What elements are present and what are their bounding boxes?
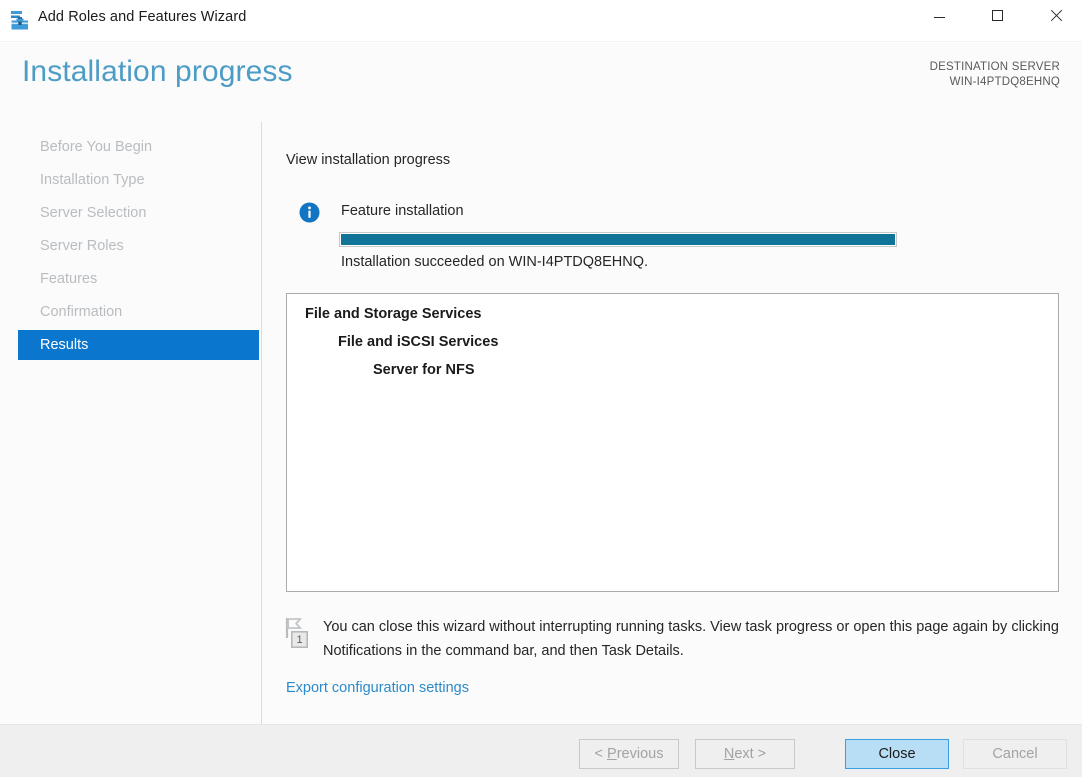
toolbox-icon	[9, 9, 31, 31]
wizard-footer: < Previous Next > Close Cancel	[0, 724, 1082, 777]
maximize-button[interactable]	[974, 0, 1020, 30]
sidebar-item-server-roles[interactable]: Server Roles	[18, 231, 259, 261]
destination-server-name: WIN-I4PTDQ8EHNQ	[930, 75, 1060, 90]
export-configuration-settings-link[interactable]: Export configuration settings	[286, 680, 469, 696]
sidebar-item-before-you-begin[interactable]: Before You Begin	[18, 132, 259, 162]
status-title: Feature installation	[341, 203, 464, 219]
progress-caption: Installation succeeded on WIN-I4PTDQ8EHN…	[341, 254, 648, 270]
cancel-button[interactable]: Cancel	[963, 739, 1067, 769]
list-item: File and Storage Services	[305, 306, 482, 322]
sidebar-item-results[interactable]: Results	[18, 330, 259, 360]
destination-server-label: DESTINATION SERVER	[930, 60, 1060, 75]
page-header: Installation progress DESTINATION SERVER…	[0, 43, 1082, 122]
svg-text:1: 1	[296, 634, 302, 646]
previous-rest: revious	[617, 746, 664, 762]
minimize-icon	[934, 17, 945, 18]
close-button[interactable]: Close	[845, 739, 949, 769]
wizard-body: Before You Begin Installation Type Serve…	[0, 122, 1082, 724]
next-accel: N	[724, 746, 734, 762]
notice-text: You can close this wizard without interr…	[323, 615, 1063, 663]
content-pane: View installation progress Feature insta…	[263, 122, 1082, 724]
installation-progress-bar	[339, 232, 897, 247]
close-window-button[interactable]	[1032, 0, 1078, 30]
window-title: Add Roles and Features Wizard	[38, 9, 246, 25]
sidebar-item-features[interactable]: Features	[18, 264, 259, 294]
previous-prefix: <	[595, 746, 608, 762]
info-icon	[299, 202, 320, 223]
installation-progress-fill	[341, 234, 895, 245]
list-item: File and iSCSI Services	[338, 334, 498, 350]
page-title: Installation progress	[22, 55, 293, 89]
next-rest: ext >	[734, 746, 766, 762]
next-button[interactable]: Next >	[695, 739, 795, 769]
close-icon	[1049, 9, 1062, 22]
section-heading: View installation progress	[286, 152, 450, 168]
destination-server-block: DESTINATION SERVER WIN-I4PTDQ8EHNQ	[930, 60, 1060, 90]
flag-notification-icon: 1	[283, 616, 319, 654]
maximize-icon	[992, 10, 1003, 21]
sidebar-item-confirmation[interactable]: Confirmation	[18, 297, 259, 327]
title-bar: Add Roles and Features Wizard	[0, 0, 1082, 42]
sidebar-item-installation-type[interactable]: Installation Type	[18, 165, 259, 195]
previous-accel: P	[607, 746, 617, 762]
list-item: Server for NFS	[373, 362, 475, 378]
results-list-box[interactable]: File and Storage Services File and iSCSI…	[286, 293, 1059, 592]
wizard-nav: Before You Begin Installation Type Serve…	[0, 122, 262, 724]
previous-button[interactable]: < Previous	[579, 739, 679, 769]
minimize-button[interactable]	[916, 0, 962, 30]
sidebar-item-server-selection[interactable]: Server Selection	[18, 198, 259, 228]
